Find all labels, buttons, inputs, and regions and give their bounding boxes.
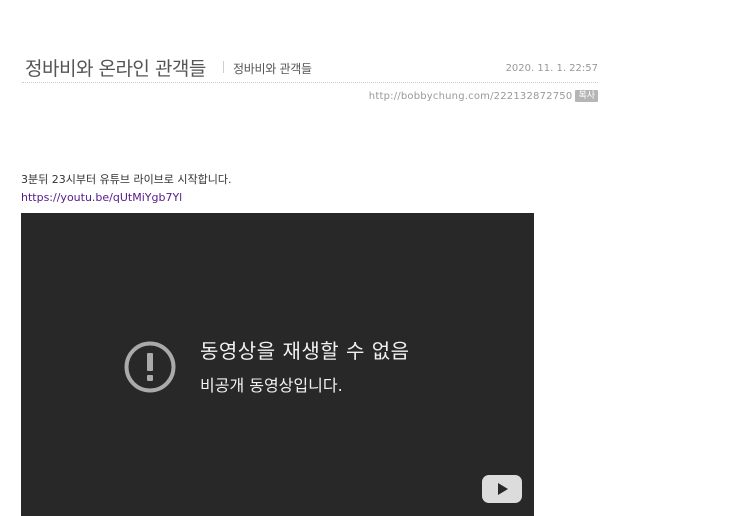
post-body-line: 3분뒤 23시부터 유튜브 라이브로 시작합니다. — [21, 173, 232, 186]
copy-url-button[interactable]: 복사 — [575, 90, 598, 102]
post-category[interactable]: 정바비와 관객들 — [233, 60, 312, 77]
video-error-subtitle: 비공개 동영상입니다. — [200, 376, 343, 395]
post-url[interactable]: http://bobbychung.com/222132872750 — [369, 91, 573, 102]
post-title[interactable]: 정바비와 온라인 관객들 — [25, 54, 206, 81]
post-body: 3분뒤 23시부터 유튜브 라이브로 시작합니다. https://youtu.… — [21, 171, 232, 207]
video-error-title: 동영상을 재생할 수 없음 — [200, 339, 410, 363]
post-header: 정바비와 온라인 관객들 정바비와 관객들 2020. 11. 1. 22:57… — [22, 52, 598, 102]
clipped-top-bar: ㅡ ㅡ ㅡ ㅡ ㅡ — [22, 0, 598, 7]
youtube-logo-icon[interactable] — [482, 475, 522, 503]
post-url-row: http://bobbychung.com/222132872750 복사 — [369, 89, 598, 103]
youtube-embed[interactable]: 동영상을 재생할 수 없음 비공개 동영상입니다. — [21, 213, 534, 516]
youtube-link[interactable]: https://youtu.be/qUtMiYgb7Yl — [21, 191, 182, 204]
header-divider — [22, 82, 598, 83]
title-row: 정바비와 온라인 관객들 정바비와 관객들 2020. 11. 1. 22:57 — [22, 52, 598, 80]
clipped-top-left: ㅡ ㅡ ㅡ — [22, 0, 63, 7]
clipped-top-right: ㅡ ㅡ — [572, 0, 598, 7]
title-separator — [223, 61, 224, 73]
exclamation-circle-icon — [124, 341, 176, 393]
post-date: 2020. 11. 1. 22:57 — [505, 63, 598, 74]
